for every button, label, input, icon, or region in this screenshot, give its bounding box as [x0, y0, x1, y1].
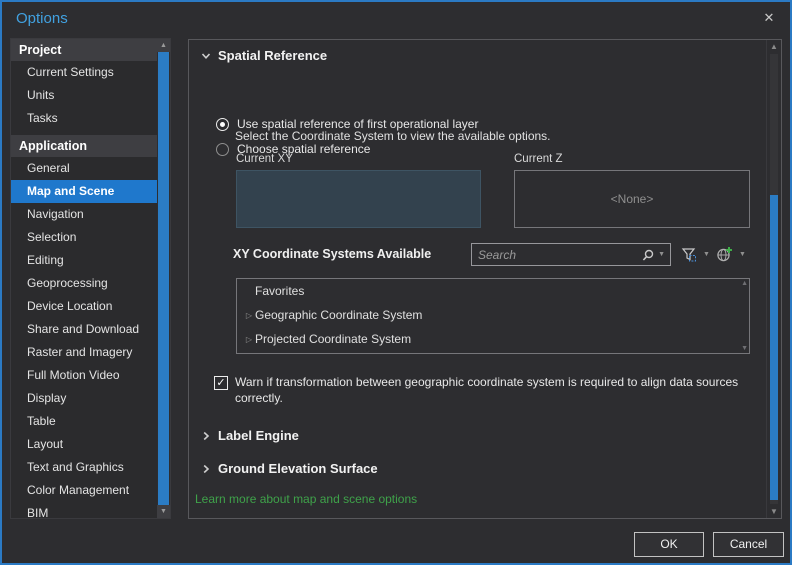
page-title: Options — [16, 10, 68, 27]
filter-caret-icon: ▼ — [703, 251, 710, 258]
learn-more-link[interactable]: Learn more about map and scene options — [195, 492, 417, 506]
tree-item-label: Favorites — [255, 284, 305, 298]
sidebar-header-application: Application — [11, 135, 157, 157]
current-z-box[interactable]: <None> — [514, 170, 750, 228]
sidebar-item-map-and-scene[interactable]: Map and Scene — [11, 180, 157, 203]
sidebar-item-table[interactable]: Table — [11, 410, 157, 433]
sidebar-item-current-settings[interactable]: Current Settings — [11, 61, 157, 84]
sidebar-item-units[interactable]: Units — [11, 84, 157, 107]
chevron-down-icon — [201, 51, 211, 61]
sidebar-item-display[interactable]: Display — [11, 387, 157, 410]
sidebar-item-text-and-graphics[interactable]: Text and Graphics — [11, 456, 157, 479]
close-icon[interactable]: ✕ — [760, 9, 778, 27]
cancel-button[interactable]: Cancel — [713, 532, 784, 557]
chevron-right-icon — [201, 464, 211, 474]
sidebar-header-project: Project — [11, 39, 157, 61]
content-scrollbar-thumb[interactable] — [770, 195, 778, 500]
radio-selected-icon[interactable] — [216, 117, 229, 131]
settings-panel: Spatial Reference Use spatial reference … — [188, 39, 782, 519]
sidebar-item-device-location[interactable]: Device Location — [11, 295, 157, 318]
tree-scrollbar[interactable]: ▲ ▼ — [737, 279, 749, 353]
options-dialog: Options ✕ Project Current Settings Units… — [0, 0, 792, 565]
current-z-label: Current Z — [514, 153, 563, 165]
search-options-caret-icon[interactable]: ▼ — [658, 251, 665, 258]
scroll-down-icon[interactable]: ▼ — [157, 505, 170, 518]
globe-caret-icon: ▼ — [739, 251, 746, 258]
chevron-right-icon — [201, 431, 211, 441]
expand-right-icon[interactable]: ▷ — [243, 335, 255, 344]
sidebar-item-bim[interactable]: BIM — [11, 502, 157, 518]
globe-add-icon — [716, 246, 733, 263]
current-z-value: <None> — [610, 192, 654, 206]
sidebar-item-editing[interactable]: Editing — [11, 249, 157, 272]
scroll-up-icon[interactable]: ▲ — [157, 39, 170, 52]
section-spatial-reference[interactable]: Spatial Reference — [201, 48, 327, 63]
tree-item-favorites[interactable]: Favorites — [237, 279, 749, 303]
tree-item-label: Geographic Coordinate System — [255, 308, 423, 322]
radio-unselected-icon[interactable] — [216, 142, 229, 156]
sidebar-scrollbar-thumb[interactable] — [158, 52, 169, 505]
warn-transformation-row[interactable]: Warn if transformation between geographi… — [214, 374, 748, 406]
sidebar-item-general[interactable]: General — [11, 157, 157, 180]
filter-button[interactable]: ▼ — [678, 243, 713, 266]
sidebar-item-selection[interactable]: Selection — [11, 226, 157, 249]
tree-item-geographic[interactable]: ▷ Geographic Coordinate System — [237, 303, 749, 327]
warn-transformation-label: Warn if transformation between geographi… — [235, 375, 739, 405]
current-xy-label: Current XY — [236, 153, 293, 165]
search-icon[interactable] — [641, 248, 655, 262]
tree-item-label: Projected Coordinate System — [255, 332, 412, 346]
add-coordinate-system-button[interactable]: ▼ — [713, 243, 749, 266]
section-title: Ground Elevation Surface — [218, 461, 378, 476]
section-title: Label Engine — [218, 428, 299, 443]
sidebar: Project Current Settings Units Tasks App… — [10, 38, 171, 519]
sidebar-scrollbar[interactable]: ▲ ▼ — [157, 39, 170, 518]
current-xy-box[interactable] — [236, 170, 481, 228]
sidebar-item-color-management[interactable]: Color Management — [11, 479, 157, 502]
scroll-down-icon[interactable]: ▼ — [741, 345, 748, 352]
sidebar-item-geoprocessing[interactable]: Geoprocessing — [11, 272, 157, 295]
expand-right-icon[interactable]: ▷ — [243, 311, 255, 320]
sidebar-item-layout[interactable]: Layout — [11, 433, 157, 456]
coordinate-systems-tree: Favorites ▷ Geographic Coordinate System… — [236, 278, 750, 354]
scroll-up-icon[interactable]: ▲ — [767, 42, 781, 51]
xy-systems-available-label: XY Coordinate Systems Available — [233, 247, 432, 261]
checkbox-checked-icon[interactable] — [214, 376, 228, 390]
sidebar-item-raster-and-imagery[interactable]: Raster and Imagery — [11, 341, 157, 364]
sidebar-list: Project Current Settings Units Tasks App… — [11, 39, 157, 518]
search-box: ▼ — [471, 243, 671, 266]
section-ground-elevation-surface[interactable]: Ground Elevation Surface — [201, 461, 378, 476]
coordinate-system-hint: Select the Coordinate System to view the… — [235, 129, 551, 143]
sidebar-item-tasks[interactable]: Tasks — [11, 107, 157, 130]
scroll-down-icon[interactable]: ▼ — [767, 507, 781, 516]
section-label-engine[interactable]: Label Engine — [201, 428, 299, 443]
section-title: Spatial Reference — [218, 48, 328, 63]
filter-icon — [681, 247, 697, 262]
tree-item-projected[interactable]: ▷ Projected Coordinate System — [237, 327, 749, 351]
scroll-up-icon[interactable]: ▲ — [741, 280, 748, 287]
search-input[interactable] — [472, 247, 642, 262]
sidebar-item-full-motion-video[interactable]: Full Motion Video — [11, 364, 157, 387]
sidebar-item-navigation[interactable]: Navigation — [11, 203, 157, 226]
ok-button[interactable]: OK — [634, 532, 704, 557]
sidebar-item-share-and-download[interactable]: Share and Download — [11, 318, 157, 341]
content-scrollbar[interactable]: ▲ ▼ — [766, 40, 781, 518]
